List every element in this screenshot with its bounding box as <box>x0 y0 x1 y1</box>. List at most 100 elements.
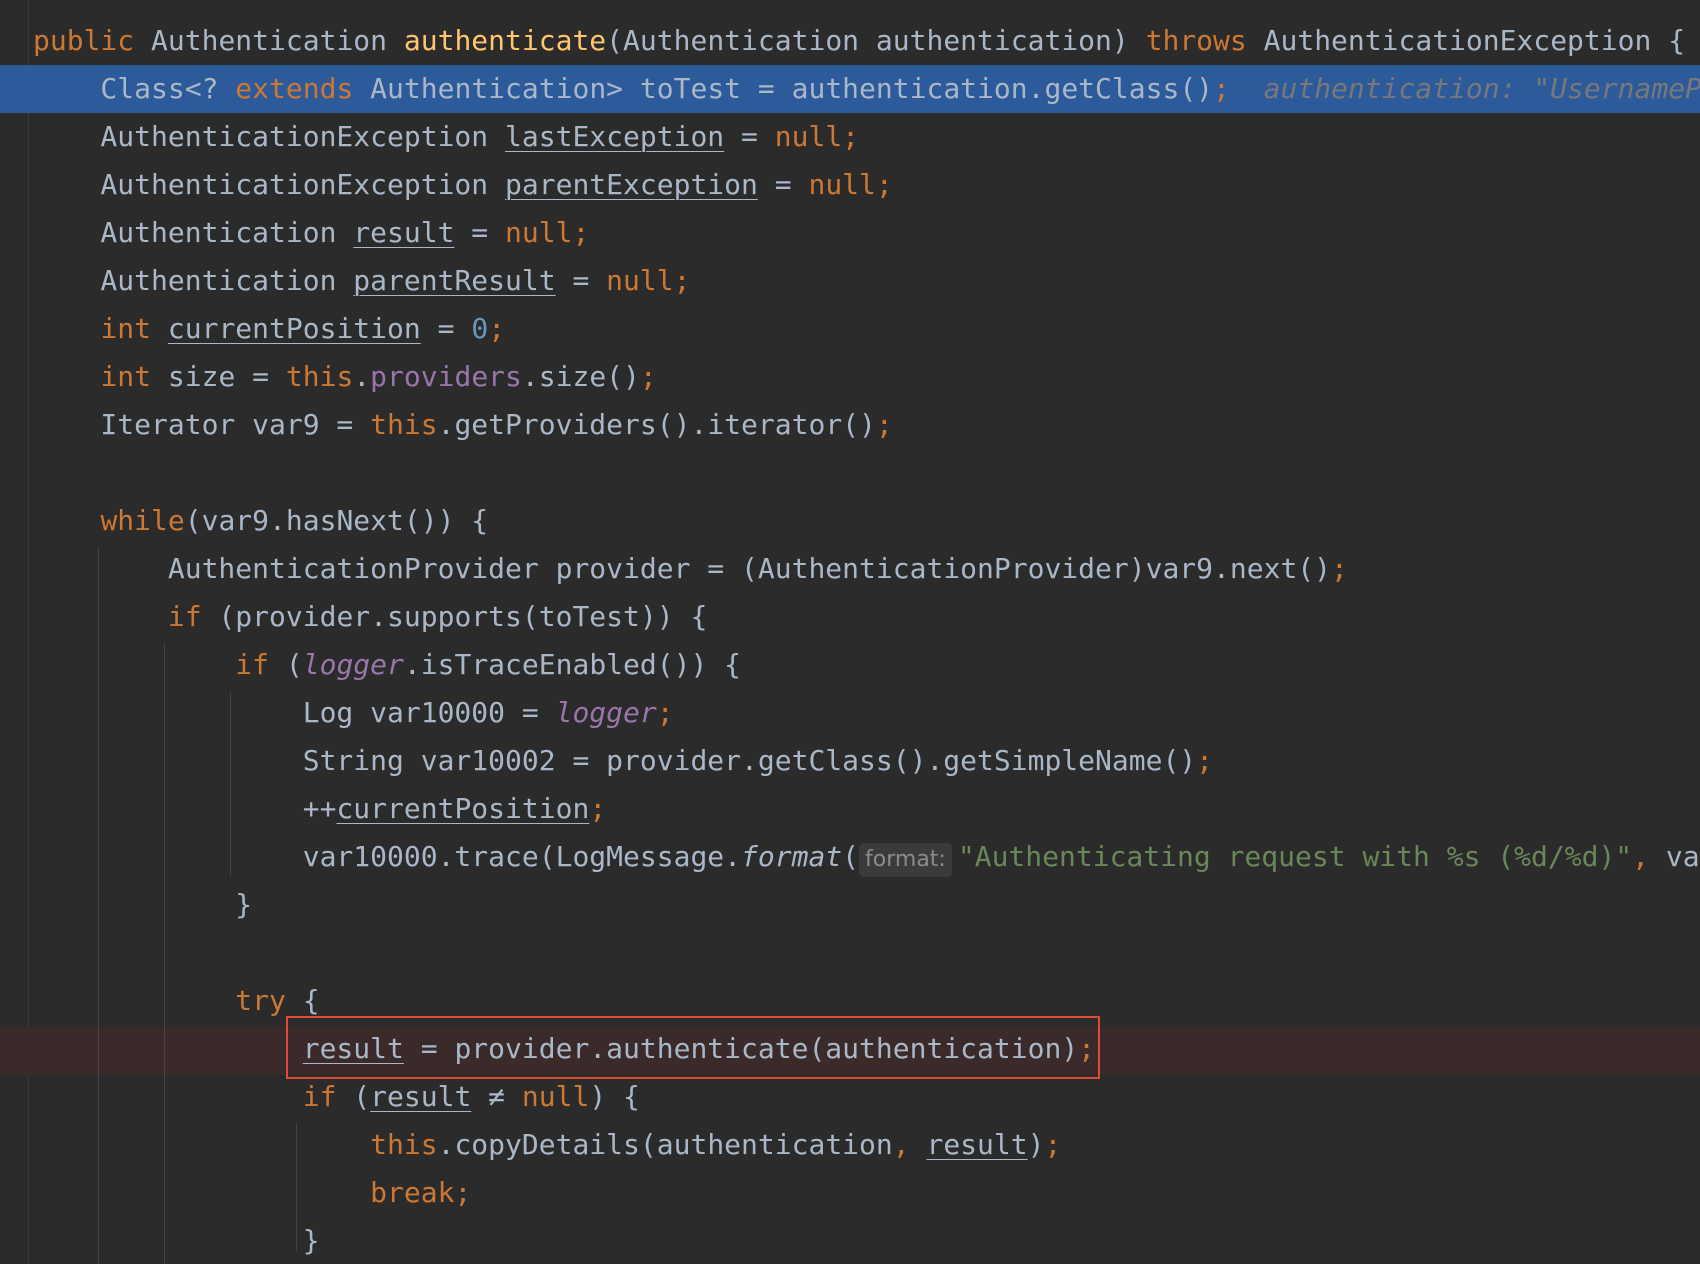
code-token: ( <box>842 840 860 873</box>
code-line-18[interactable]: } <box>33 881 1700 929</box>
code-token: Authentication <box>33 216 354 249</box>
code-token: (var9.hasNext()) { <box>184 504 489 537</box>
code-token: AuthenticationException <box>33 120 506 153</box>
debug-inline-value: authentication: "UsernamePasswordAuthent… <box>1263 72 1700 105</box>
code-line-7[interactable]: int currentPosition = 0; <box>33 305 1700 353</box>
code-token: ; <box>1044 1128 1062 1161</box>
code-token: public <box>33 24 135 57</box>
code-token: AuthenticationException { <box>1246 24 1686 57</box>
code-token: .size() <box>521 360 640 393</box>
code-token: try <box>235 984 286 1017</box>
code-token: size = <box>151 360 286 393</box>
code-token: var10002 <box>1665 840 1700 873</box>
code-line-3[interactable]: AuthenticationException lastException = … <box>33 113 1700 161</box>
code-line-9[interactable]: Iterator var9 = this.getProviders().iter… <box>33 401 1700 449</box>
code-token: this <box>370 408 438 441</box>
code-line-13[interactable]: if (logger.isTraceEnabled()) { <box>33 641 1700 689</box>
code-token: ≠ <box>471 1080 522 1113</box>
code-line-15[interactable]: String var10002 = provider.getClass().ge… <box>33 737 1700 785</box>
code-token: if <box>235 648 270 681</box>
code-token: ( <box>336 1080 371 1113</box>
code-token: } <box>33 1224 320 1257</box>
code-token: null; <box>808 168 893 201</box>
code-token: Authentication <box>134 24 404 57</box>
code-token: while <box>100 504 185 537</box>
code-token: = <box>420 312 472 345</box>
code-token: if <box>167 600 202 633</box>
code-token: Class<? <box>33 72 236 105</box>
parameter-hint: format: <box>859 843 952 877</box>
code-token: AuthenticationProvider provider = (Authe… <box>33 552 1332 585</box>
code-line-8[interactable]: int size = this.providers.size(); <box>33 353 1700 401</box>
code-token: var10000.trace(LogMessage. <box>33 840 742 873</box>
code-line-2[interactable]: Class<? extends Authentication> toTest =… <box>33 65 1700 113</box>
code-token: null; <box>774 120 860 153</box>
code-token: .copyDetails(authentication <box>437 1128 893 1161</box>
code-token: lastException <box>505 120 725 153</box>
code-token: logger <box>302 648 404 681</box>
code-line-12[interactable]: if (provider.supports(toTest)) { <box>33 593 1700 641</box>
code-token: ; <box>589 792 607 825</box>
code-token: authenticate <box>403 24 607 57</box>
code-line-10[interactable]: while(var9.hasNext()) { <box>33 497 1700 545</box>
code-token: , <box>1632 840 1666 873</box>
code-line-11[interactable]: AuthenticationProvider provider = (Authe… <box>33 545 1700 593</box>
code-token: throws <box>1145 24 1247 57</box>
code-line-23[interactable]: break; <box>33 1169 1700 1217</box>
code-token: Authentication> toTest = authentication.… <box>353 72 1214 105</box>
code-token: extends <box>235 72 354 105</box>
code-token: this <box>370 1128 438 1161</box>
code-token: = <box>757 168 809 201</box>
code-token: { <box>285 984 320 1017</box>
code-line-16[interactable]: ++currentPosition; <box>33 785 1700 833</box>
code-token: result <box>353 216 455 249</box>
code-line-1[interactable]: public Authentication authenticate(Authe… <box>33 17 1700 65</box>
code-token: .isTraceEnabled()) { <box>403 648 742 681</box>
code-token: null <box>521 1080 590 1113</box>
code-token: ) <box>1027 1128 1045 1161</box>
code-token: 0 <box>471 312 489 345</box>
code-token: null; <box>606 264 691 297</box>
code-token: int <box>100 360 152 393</box>
code-line-17[interactable]: var10000.trace(LogMessage.format(format:… <box>33 833 1700 881</box>
code-token: if <box>302 1080 337 1113</box>
code-line-6[interactable]: Authentication parentResult = null; <box>33 257 1700 305</box>
code-token: parentResult <box>353 264 556 297</box>
code-token: String var10002 = provider.getClass().ge… <box>33 744 1197 777</box>
code-token: ; <box>1331 552 1348 585</box>
code-line-24[interactable]: } <box>33 1217 1700 1264</box>
code-token: ; <box>656 696 674 729</box>
code-line-14[interactable]: Log var10000 = logger; <box>33 689 1700 737</box>
code-token: logger <box>555 696 657 729</box>
code-line-5[interactable]: Authentication result = null; <box>33 209 1700 257</box>
code-token: = <box>454 216 506 249</box>
code-token: "Authenticating request with %s (%d/%d)" <box>957 840 1633 873</box>
code-token: = <box>555 264 607 297</box>
code-token: null; <box>505 216 590 249</box>
code-token: } <box>33 888 253 921</box>
code-token: ; <box>1213 72 1230 105</box>
code-line-22[interactable]: this.copyDetails(authentication, result)… <box>33 1121 1700 1169</box>
highlight-box <box>286 1016 1100 1079</box>
code-token: currentPosition <box>167 312 421 345</box>
code-line-21[interactable]: if (result ≠ null) { <box>33 1073 1700 1121</box>
code-token: ; <box>488 312 506 345</box>
code-token: , <box>892 1128 927 1161</box>
code-token: Log var10000 = <box>33 696 556 729</box>
code-token: AuthenticationException <box>33 168 506 201</box>
code-token: Authentication <box>33 264 354 297</box>
code-editor[interactable]: public Authentication authenticate(Authe… <box>0 0 1700 1264</box>
code-token: format <box>741 840 843 873</box>
code-line-4[interactable]: AuthenticationException parentException … <box>33 161 1700 209</box>
code-token: (Authentication authentication) <box>606 24 1146 57</box>
